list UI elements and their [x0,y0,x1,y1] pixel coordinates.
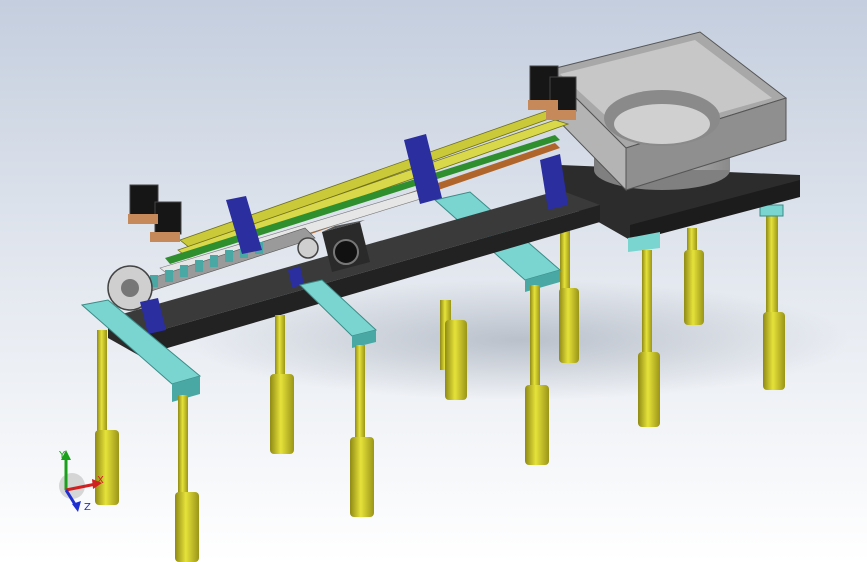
x-axis-label: X [97,475,104,486]
assembly-model[interactable] [0,0,867,562]
view-orientation-triad[interactable]: Y X Z [48,444,118,520]
z-axis-label: Z [84,502,91,513]
y-axis-label: Y [58,450,66,461]
cad-viewport[interactable]: Y X Z [0,0,867,562]
